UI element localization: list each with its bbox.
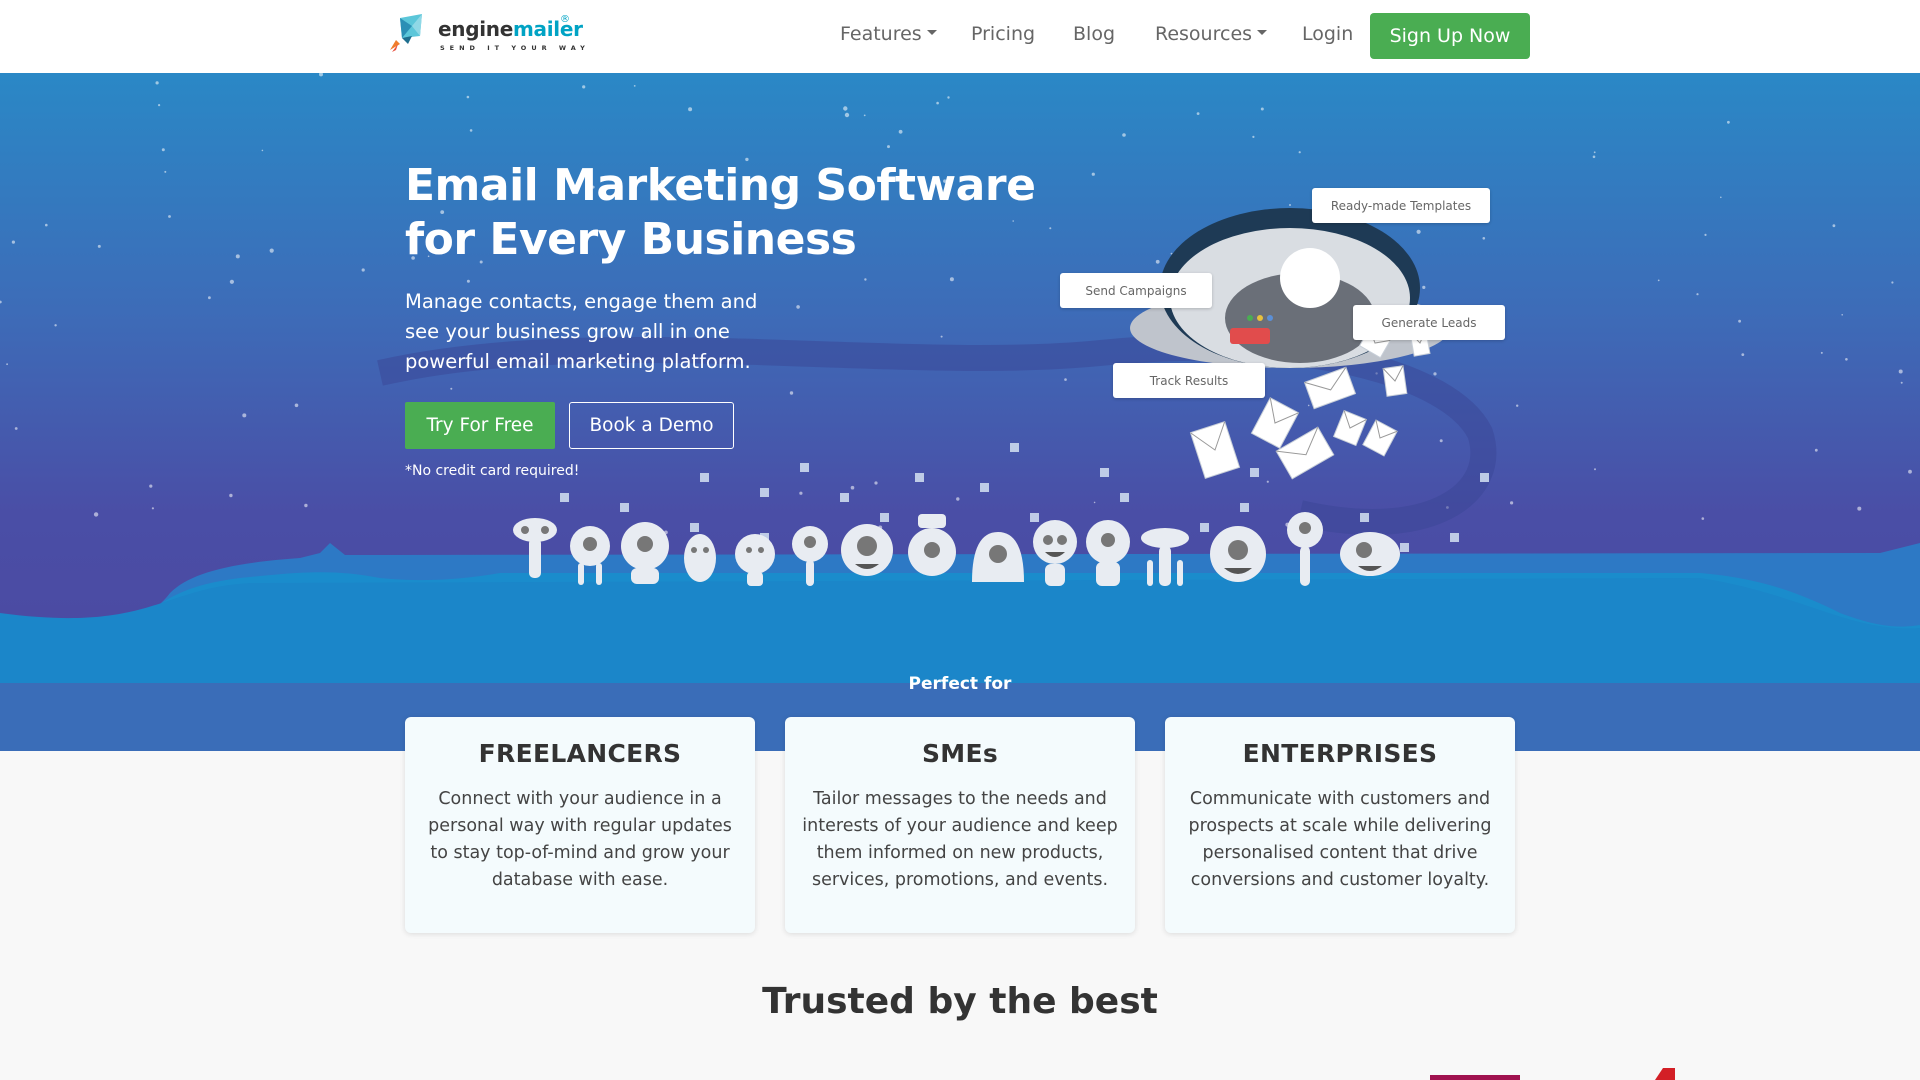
card-text: Communicate with customers and prospects… bbox=[1188, 789, 1492, 890]
nav-resources-label: Resources bbox=[1155, 23, 1253, 45]
card-text: Connect with your audience in a personal… bbox=[428, 789, 732, 890]
hero-section: Email Marketing Software for Every Busin… bbox=[0, 73, 1920, 751]
stars-decoration bbox=[0, 73, 1912, 535]
logo-engine-text: engine bbox=[438, 17, 513, 41]
hero-subtitle-line-3: powerful email marketing platform. bbox=[405, 350, 751, 373]
card-title: FREELANCERS bbox=[478, 739, 682, 768]
logo-registered-mark: ® bbox=[560, 14, 570, 25]
enginemailer-logo[interactable]: enginemailer ® SEND IT YOUR WAY bbox=[388, 14, 588, 54]
card-freelancers: FREELANCERS Connect with your audience i… bbox=[405, 717, 755, 933]
client-logo-fragment bbox=[1655, 1068, 1675, 1080]
caret-down-icon bbox=[926, 30, 937, 35]
hero-title-line-2: for Every Business bbox=[405, 214, 857, 265]
hero-title: Email Marketing Software for Every Busin… bbox=[405, 159, 1045, 267]
ground-surface bbox=[0, 578, 1920, 683]
client-logo-fragment bbox=[1430, 1075, 1520, 1080]
book-a-demo-button[interactable]: Book a Demo bbox=[569, 402, 734, 449]
paper-plane-logo-icon bbox=[390, 14, 422, 52]
nav-features-label: Features bbox=[840, 23, 922, 45]
ready-made-templates-label: Ready-made Templates bbox=[1312, 188, 1490, 223]
track-results-label: Track Results bbox=[1113, 363, 1265, 398]
caret-down-icon bbox=[1257, 30, 1268, 35]
top-navbar: enginemailer ® SEND IT YOUR WAY Features… bbox=[0, 0, 1920, 73]
logo-tagline: SEND IT YOUR WAY bbox=[440, 44, 590, 52]
card-enterprises: ENTERPRISES Communicate with customers a… bbox=[1165, 717, 1515, 933]
trusted-by-heading: Trusted by the best bbox=[762, 981, 1158, 1022]
send-campaigns-label: Send Campaigns bbox=[1060, 273, 1212, 308]
sign-up-button[interactable]: Sign Up Now bbox=[1370, 13, 1530, 59]
nav-blog[interactable]: Blog bbox=[1073, 23, 1115, 45]
nav-login[interactable]: Login bbox=[1302, 23, 1353, 45]
logo-mailer-text: mailer bbox=[512, 17, 583, 41]
hero-subtitle: Manage contacts, engage them and see you… bbox=[405, 287, 805, 377]
no-credit-card-note: *No credit card required! bbox=[405, 463, 580, 479]
hero-subtitle-line-2: see your business grow all in one bbox=[405, 320, 730, 343]
hero-title-line-1: Email Marketing Software bbox=[405, 160, 1036, 211]
try-for-free-button[interactable]: Try For Free bbox=[405, 402, 555, 449]
perfect-for-heading: Perfect for bbox=[908, 674, 1012, 694]
hero-subtitle-line-1: Manage contacts, engage them and bbox=[405, 290, 758, 313]
card-text: Tailor messages to the needs and interes… bbox=[802, 789, 1118, 890]
card-title: SMEs bbox=[921, 739, 999, 768]
nav-pricing[interactable]: Pricing bbox=[971, 23, 1035, 45]
card-smes: SMEs Tailor messages to the needs and in… bbox=[785, 717, 1135, 933]
nav-features[interactable]: Features bbox=[840, 23, 937, 45]
nav-resources[interactable]: Resources bbox=[1155, 23, 1268, 45]
generate-leads-label: Generate Leads bbox=[1353, 305, 1505, 340]
card-title: ENTERPRISES bbox=[1242, 739, 1438, 768]
